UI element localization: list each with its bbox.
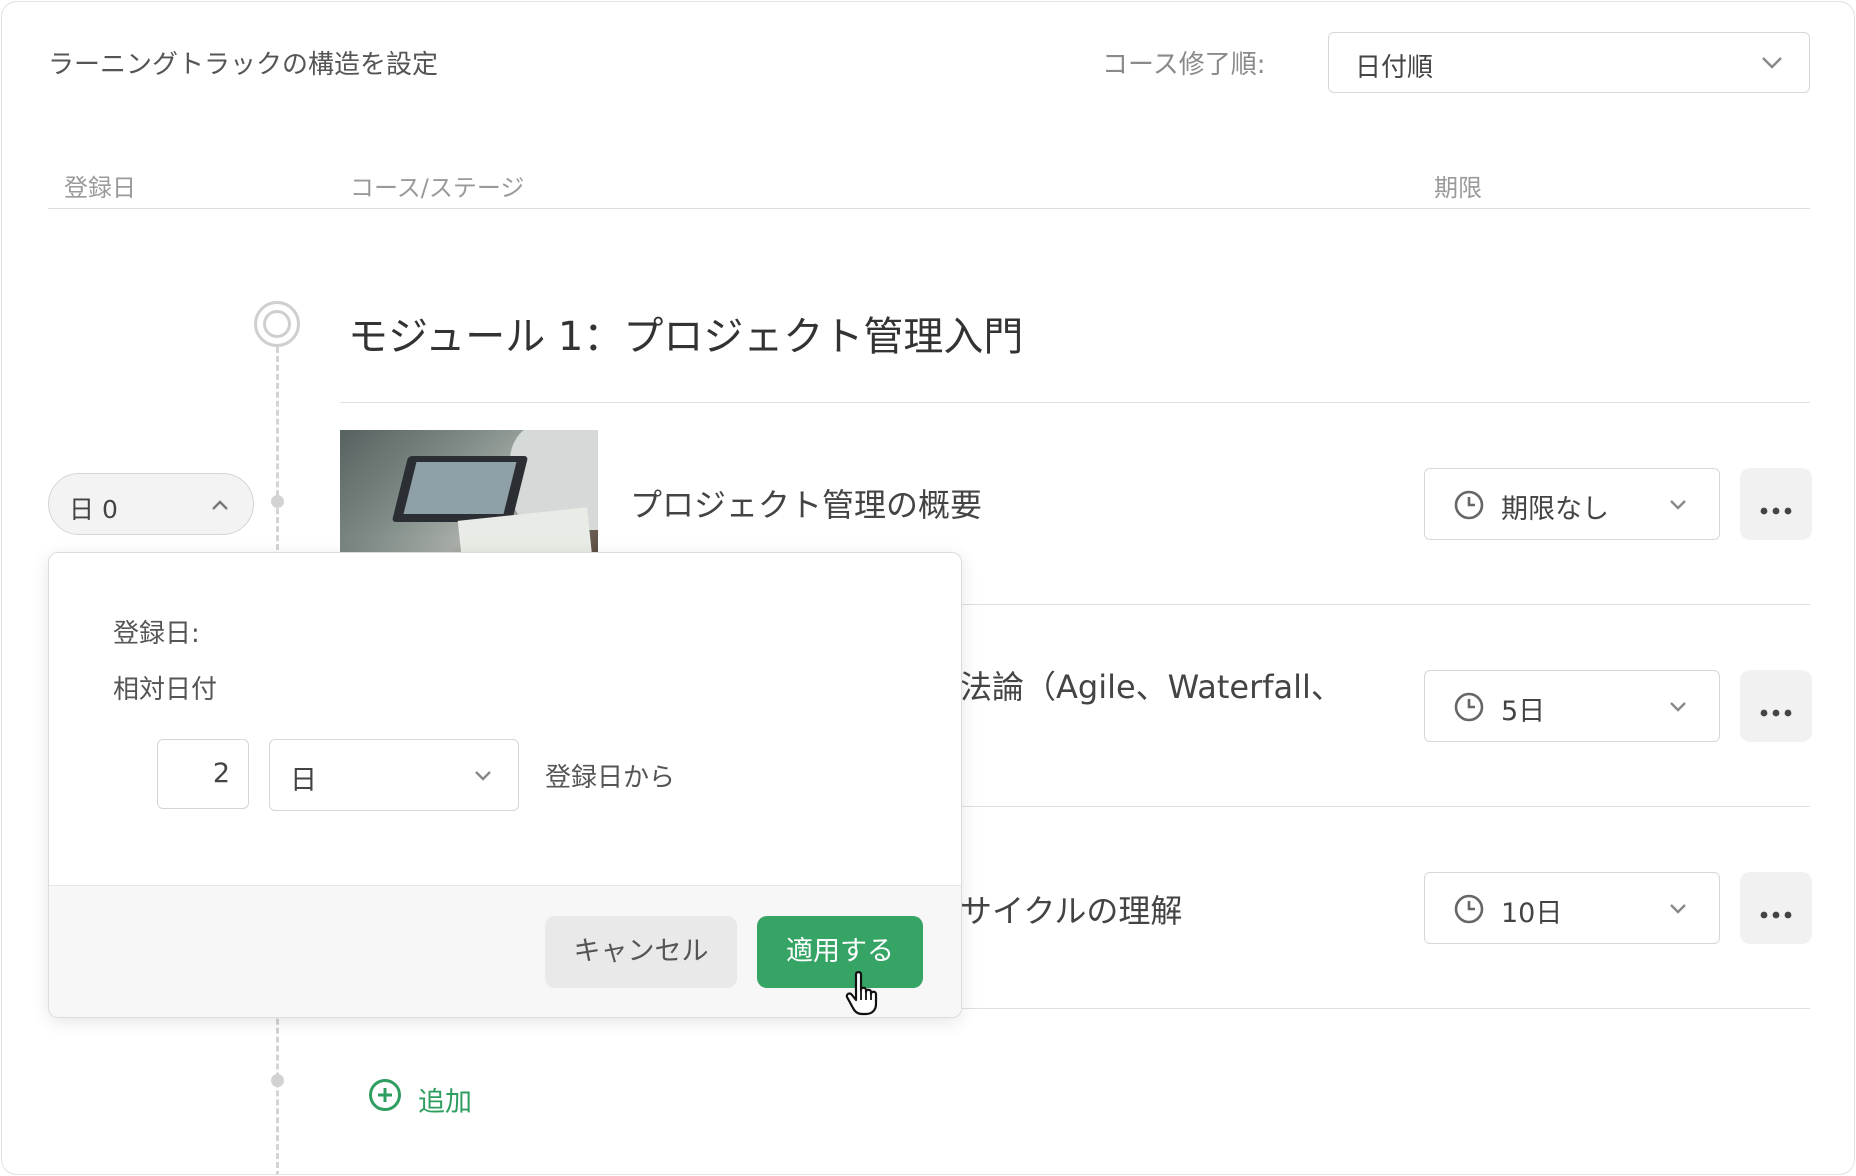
- chevron-up-icon: [209, 498, 231, 512]
- timeline-dot: [271, 495, 284, 508]
- more-options-button[interactable]: [1740, 670, 1812, 742]
- clock-icon: [1453, 691, 1485, 723]
- enroll-day-value: 日 0: [69, 495, 118, 524]
- chevron-down-icon: [1667, 700, 1689, 714]
- chevron-down-icon: [1667, 498, 1689, 512]
- column-header-deadline: 期限: [1434, 174, 1482, 202]
- deadline-value: 10日: [1501, 898, 1563, 929]
- course-order-value: 日付順: [1355, 53, 1434, 83]
- course-title[interactable]: プロジェクト管理の概要: [630, 480, 982, 526]
- more-options-button[interactable]: [1740, 468, 1812, 540]
- deadline-value: 期限なし: [1501, 494, 1609, 525]
- learning-track-panel: ラーニングトラックの構造を設定 コース修了順: 日付順 登録日 コース/ステージ…: [1, 1, 1855, 1175]
- deadline-select[interactable]: 期限なし: [1424, 468, 1720, 540]
- deadline-select[interactable]: 10日: [1424, 872, 1720, 944]
- chevron-down-icon: [1761, 56, 1783, 70]
- hand-pointer-icon: [844, 970, 884, 1016]
- cancel-button[interactable]: キャンセル: [545, 916, 737, 988]
- enroll-date-popover: 登録日: 相対日付 2 日 登録日から キャンセル 適用する: [48, 552, 962, 1018]
- add-label: 追加: [418, 1087, 472, 1118]
- enroll-day-toggle[interactable]: 日 0: [48, 473, 254, 535]
- chevron-down-icon: [1667, 902, 1689, 916]
- clock-icon: [1453, 489, 1485, 521]
- relative-date-label: 相対日付: [113, 675, 218, 705]
- course-title[interactable]: サイクルの理解: [960, 886, 1182, 932]
- header-divider: [48, 208, 1810, 209]
- more-horizontal-icon: [1760, 500, 1792, 515]
- column-header-course-stage: コース/ステージ: [350, 174, 525, 202]
- deadline-value: 5日: [1501, 696, 1546, 727]
- from-enroll-label: 登録日から: [545, 763, 676, 793]
- popover-footer: キャンセル 適用する: [49, 885, 961, 1017]
- timeline-dot: [271, 1074, 284, 1087]
- page-title: ラーニングトラックの構造を設定: [48, 50, 439, 80]
- module-node-icon: [254, 301, 300, 347]
- course-order-label: コース修了順:: [1102, 50, 1266, 80]
- more-horizontal-icon: [1760, 904, 1792, 919]
- course-thumbnail[interactable]: [340, 430, 598, 556]
- more-horizontal-icon: [1760, 702, 1792, 717]
- day-amount-value: 2: [212, 758, 230, 789]
- course-order-select[interactable]: 日付順: [1328, 32, 1810, 93]
- chevron-down-icon: [472, 769, 494, 783]
- divider: [340, 402, 1810, 403]
- apply-button[interactable]: 適用する: [757, 916, 923, 988]
- day-unit-value: 日: [290, 765, 317, 796]
- module-title: モジュール 1：プロジェクト管理入門: [348, 314, 1024, 360]
- day-amount-input[interactable]: 2: [157, 739, 249, 809]
- column-header-enroll-date: 登録日: [64, 174, 136, 202]
- course-title[interactable]: 法論（Agile、Waterfall、: [960, 662, 1343, 708]
- more-options-button[interactable]: [1740, 872, 1812, 944]
- plus-circle-icon: [368, 1078, 402, 1112]
- enroll-date-label: 登録日:: [113, 619, 200, 649]
- day-unit-select[interactable]: 日: [269, 739, 519, 811]
- clock-icon: [1453, 893, 1485, 925]
- deadline-select[interactable]: 5日: [1424, 670, 1720, 742]
